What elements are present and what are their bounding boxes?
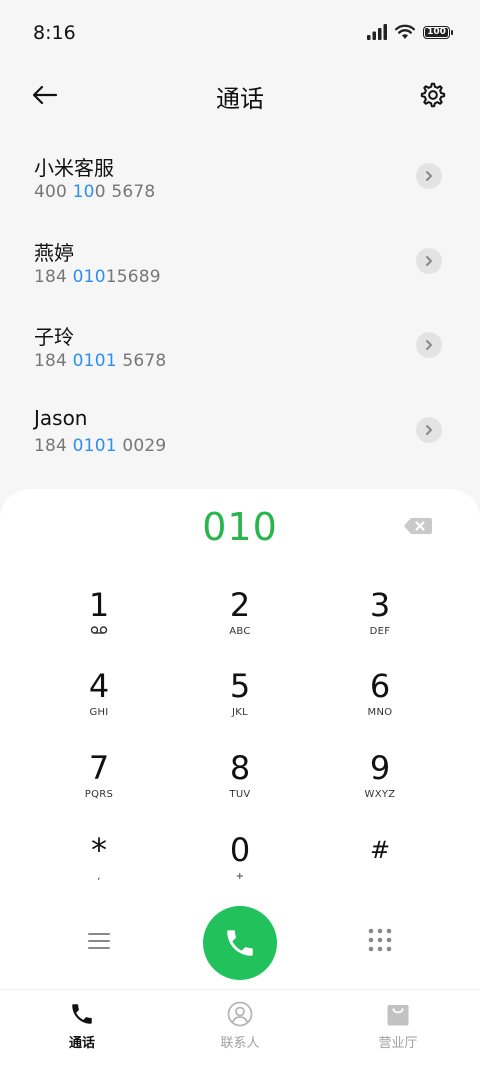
nav-label: 通话 bbox=[68, 1036, 95, 1051]
app-header: 通话 bbox=[0, 68, 480, 124]
key-letters: JKL bbox=[232, 707, 248, 718]
bottom-nav: 通话 联系人 营业厅 bbox=[0, 989, 480, 1067]
key-hash[interactable]: # bbox=[320, 831, 440, 901]
key-8[interactable]: 8 TUV bbox=[180, 749, 300, 819]
menu-icon bbox=[88, 933, 110, 949]
chevron-right-icon bbox=[426, 255, 432, 266]
status-icons: 100 bbox=[367, 24, 453, 40]
key-2[interactable]: 2 ABC bbox=[180, 586, 300, 656]
contact-name: Jason bbox=[34, 405, 88, 430]
key-digit: 8 bbox=[229, 749, 251, 787]
contact-match-list: 小米客服 400 100 5678 燕婷 184 01015689 子玲 184… bbox=[0, 140, 480, 478]
contact-name: 子玲 bbox=[34, 325, 74, 349]
key-5[interactable]: 5 JKL bbox=[180, 667, 300, 737]
phone-icon bbox=[72, 1004, 92, 1024]
contact-detail-button[interactable] bbox=[416, 163, 442, 189]
signal-icon bbox=[367, 24, 387, 40]
key-letters: + bbox=[235, 871, 245, 882]
chevron-right-icon bbox=[426, 424, 432, 435]
key-digit: 7 bbox=[88, 749, 110, 787]
contacts-icon bbox=[227, 1001, 253, 1027]
key-letters: WXYZ bbox=[364, 789, 396, 800]
battery-level: 100 bbox=[427, 27, 446, 37]
chevron-right-icon bbox=[426, 340, 432, 350]
key-letters: GHI bbox=[89, 707, 109, 718]
key-digit: * bbox=[91, 831, 107, 869]
key-letters: TUV bbox=[229, 789, 251, 800]
contact-name: 燕婷 bbox=[34, 240, 74, 265]
contact-number: 184 01015689 bbox=[34, 266, 161, 287]
key-digit: 2 bbox=[229, 586, 251, 624]
phone-icon bbox=[227, 930, 253, 956]
contact-number: 184 0101 5678 bbox=[34, 351, 167, 371]
key-digit: 3 bbox=[369, 586, 391, 624]
key-1[interactable]: 1 bbox=[39, 586, 159, 656]
store-bag-icon bbox=[387, 1005, 409, 1026]
contact-row[interactable]: 子玲 184 0101 5678 bbox=[0, 309, 480, 394]
status-time: 8:16 bbox=[33, 22, 76, 44]
nav-item-calls[interactable]: 通话 bbox=[32, 1001, 132, 1051]
settings-button[interactable] bbox=[416, 78, 450, 112]
contact-row[interactable]: 小米客服 400 100 5678 bbox=[0, 140, 480, 225]
key-digit: 9 bbox=[369, 749, 391, 787]
page-title: 通话 bbox=[216, 85, 264, 113]
backspace-button[interactable] bbox=[403, 516, 433, 536]
key-digit: 6 bbox=[369, 667, 391, 705]
key-digit: 0 bbox=[229, 831, 251, 869]
gear-icon bbox=[420, 82, 446, 108]
voicemail-icon bbox=[90, 626, 108, 634]
contact-detail-button[interactable] bbox=[416, 247, 442, 274]
key-4[interactable]: 4 GHI bbox=[39, 667, 159, 737]
status-bar: 8:16 100 bbox=[0, 0, 480, 68]
nav-item-contacts[interactable]: 联系人 bbox=[190, 1001, 290, 1051]
backspace-icon bbox=[404, 518, 432, 534]
key-letters: PQRS bbox=[84, 789, 114, 800]
key-digit: 4 bbox=[88, 667, 110, 705]
key-digit: 5 bbox=[229, 667, 251, 705]
chevron-right-icon bbox=[426, 171, 432, 181]
wifi-icon bbox=[395, 24, 415, 39]
key-letters: , bbox=[97, 871, 101, 882]
battery-icon: 100 bbox=[423, 25, 453, 39]
key-letters: DEF bbox=[369, 626, 391, 637]
contact-number: 400 100 5678 bbox=[34, 182, 156, 202]
key-digit: 1 bbox=[88, 586, 110, 624]
contact-name: 小米客服 bbox=[34, 156, 114, 180]
key-0[interactable]: 0 + bbox=[180, 831, 300, 901]
call-button[interactable] bbox=[203, 906, 277, 980]
contact-detail-button[interactable] bbox=[416, 332, 442, 358]
nav-label: 营业厅 bbox=[378, 1036, 418, 1051]
key-digit: # bbox=[369, 836, 391, 864]
dialpad-sheet: 010 1 2 ABC 3 DEF 4 GHI 5 JKL 6 MNO 7 PQ… bbox=[0, 489, 480, 989]
contact-row[interactable]: 燕婷 184 01015689 bbox=[0, 225, 480, 310]
contact-number: 184 0101 0029 bbox=[34, 435, 167, 456]
keypad-grid-icon bbox=[368, 928, 392, 952]
contact-detail-button[interactable] bbox=[416, 416, 442, 443]
dial-actions bbox=[0, 905, 480, 981]
contact-row[interactable]: Jason 184 0101 0029 bbox=[0, 394, 480, 479]
key-letters: MNO bbox=[367, 707, 393, 718]
keypad-toggle-button[interactable] bbox=[367, 927, 393, 953]
key-9[interactable]: 9 WXYZ bbox=[320, 749, 440, 819]
key-letters: ABC bbox=[229, 626, 251, 637]
key-star[interactable]: * , bbox=[39, 831, 159, 901]
key-6[interactable]: 6 MNO bbox=[320, 667, 440, 737]
key-3[interactable]: 3 DEF bbox=[320, 586, 440, 656]
key-7[interactable]: 7 PQRS bbox=[39, 749, 159, 819]
nav-item-store[interactable]: 营业厅 bbox=[348, 1001, 448, 1051]
menu-button[interactable] bbox=[87, 929, 111, 953]
nav-label: 联系人 bbox=[220, 1036, 260, 1051]
